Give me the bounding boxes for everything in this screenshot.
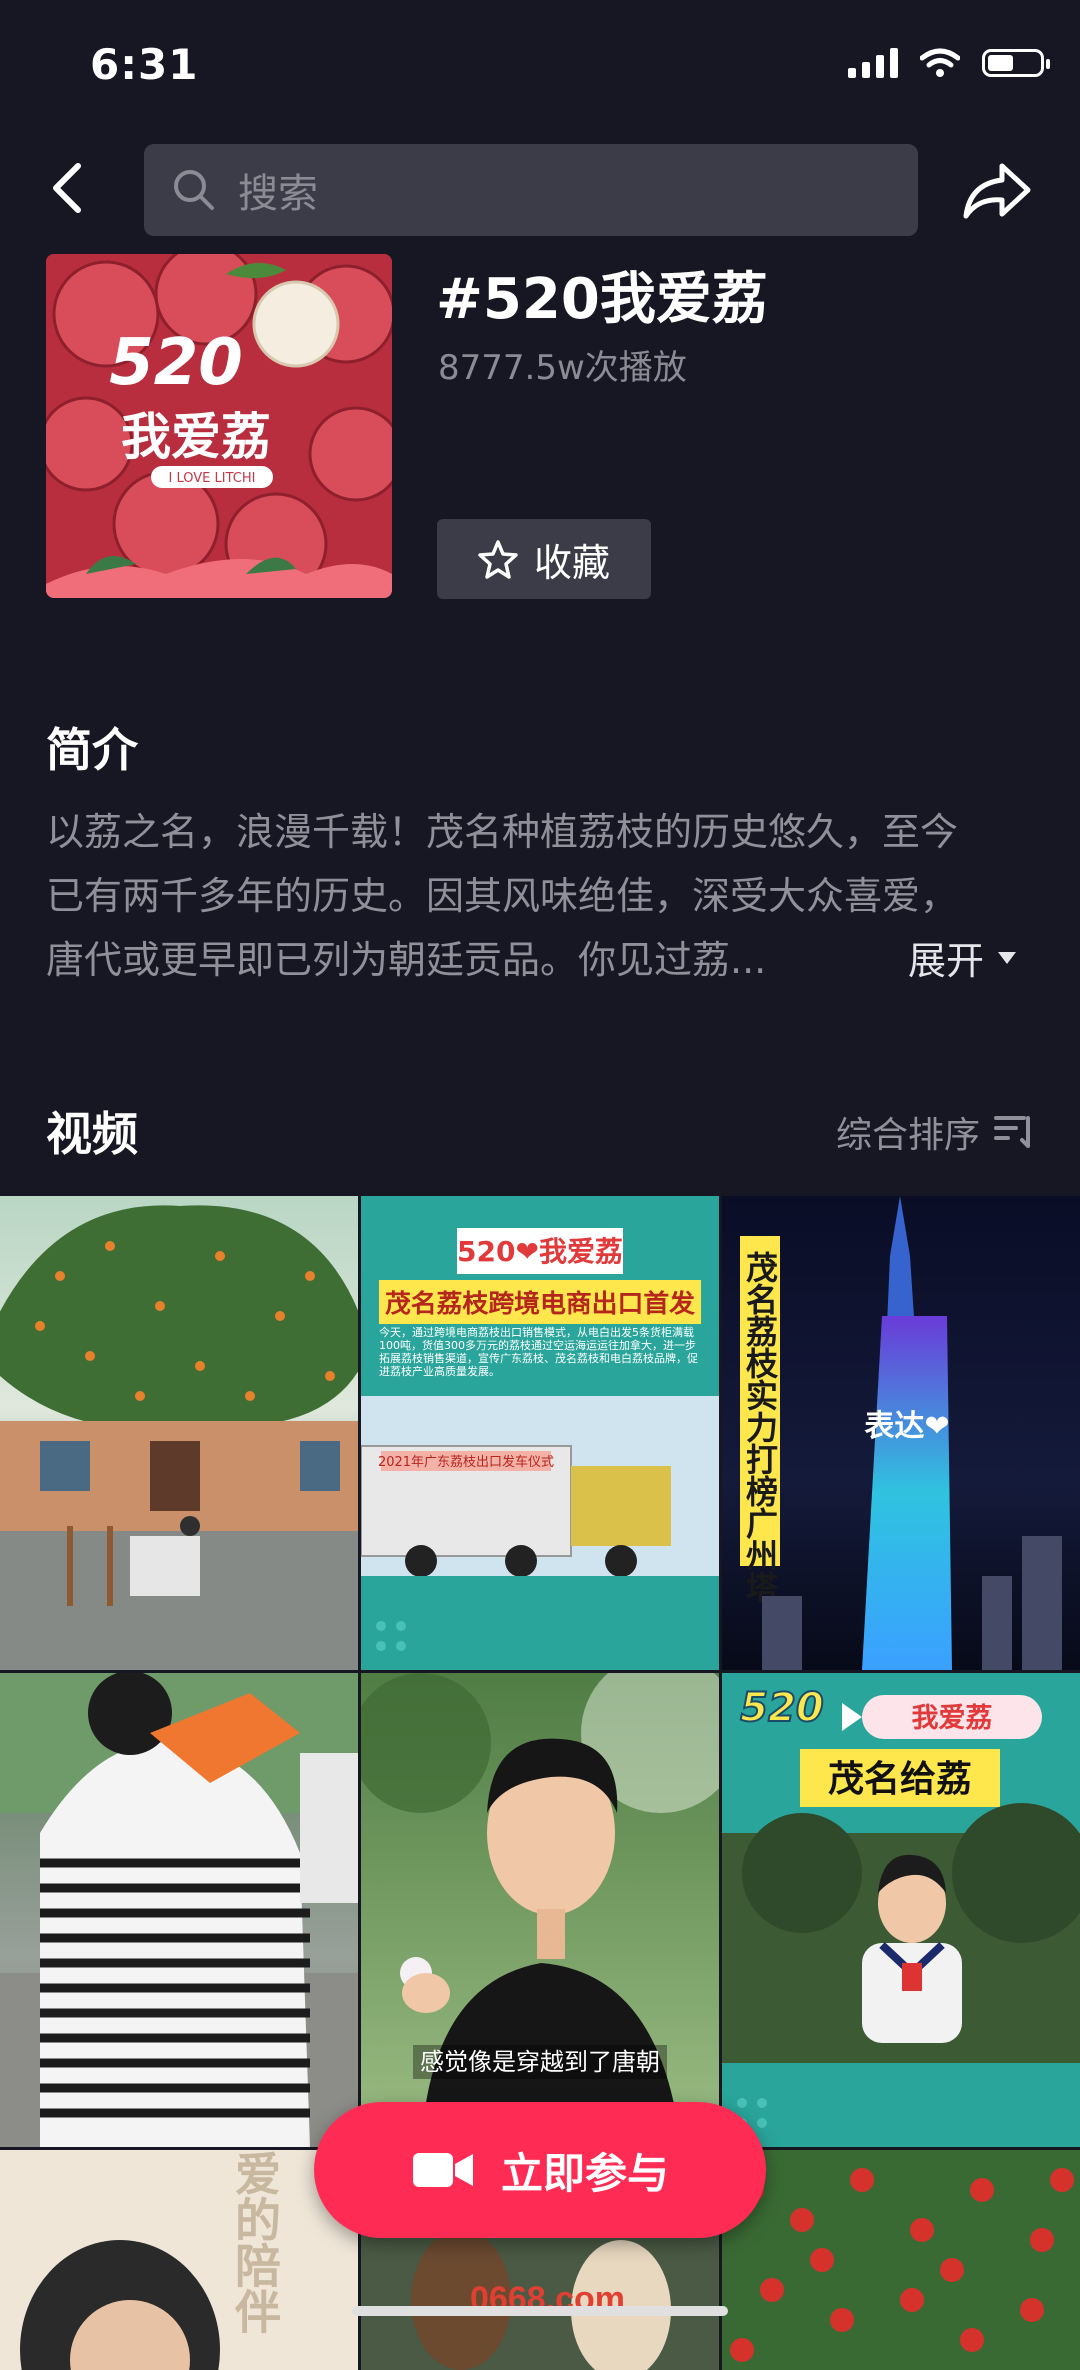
favorite-label: 收藏 — [533, 540, 610, 585]
tile-text: 爱的陪伴 — [228, 2150, 282, 2334]
home-indicator — [352, 2306, 728, 2316]
share-icon — [963, 163, 1031, 219]
caret-down-icon — [998, 951, 1017, 964]
intro-line: 以荔之名，浪漫千载！茂名种植荔枝的历史悠久，至今 — [46, 810, 959, 854]
sort-label: 综合排序 — [835, 1115, 980, 1156]
topic-cover-image: 520 我爱荔 I LOVE LITCHI — [46, 254, 392, 598]
cover-tagline: I LOVE LITCHI — [169, 471, 256, 486]
intro-heading: 简介 — [46, 723, 138, 777]
participate-label: 立即参与 — [500, 2148, 669, 2198]
video-thumbnail[interactable]: 爱的陪伴 — [0, 2150, 358, 2370]
status-icons — [848, 48, 1050, 78]
search-icon — [174, 170, 214, 210]
expand-button[interactable]: 展开 — [908, 930, 1018, 985]
video-thumbnail[interactable]: 感觉像是穿越到了唐朝 — [361, 1673, 719, 2147]
video-thumbnail[interactable] — [0, 1196, 358, 1670]
video-thumbnail[interactable] — [722, 2150, 1080, 2370]
back-button[interactable] — [40, 160, 96, 216]
search-input[interactable]: 搜索 — [144, 144, 918, 236]
tile-text: 感觉像是穿越到了唐朝 — [420, 2048, 660, 2076]
participate-button[interactable]: 立即参与 — [314, 2102, 766, 2238]
topic-title: #520我爱荔 — [436, 267, 768, 332]
videos-heading: 视频 — [46, 1107, 138, 1161]
wifi-icon — [920, 48, 960, 77]
intro-line: 唐代或更早即已列为朝廷贡品。你见过荔... — [46, 938, 767, 982]
expand-label: 展开 — [908, 939, 985, 983]
tile-text: 表达❤ — [864, 1409, 949, 1444]
tile-text: 2021年广东荔枝出口发车仪式 — [378, 1454, 554, 1470]
tile-text: 茂名给荔 — [828, 1759, 972, 1800]
search-placeholder: 搜索 — [238, 171, 318, 217]
tile-text: 520❤我爱荔 — [457, 1235, 623, 1268]
favorite-button[interactable]: 收藏 — [437, 519, 651, 599]
video-thumbnail[interactable] — [0, 1673, 358, 2147]
status-time: 6:31 — [90, 40, 199, 89]
sort-icon — [994, 1116, 1030, 1148]
star-icon — [478, 540, 518, 579]
share-button[interactable] — [962, 160, 1032, 220]
tile-text: 茂名荔枝实力打榜广州塔 — [741, 1251, 779, 1603]
video-thumbnail[interactable]: 520❤我爱荔 茂名荔枝跨境电商出口首发 今天，通过跨境电商荔枝出口销售模式，从… — [361, 1196, 719, 1670]
tile-text: 520 — [740, 1685, 824, 1731]
intro-line: 已有两千多年的历史。因其风味绝佳，深受大众喜爱， — [46, 874, 959, 918]
video-thumbnail[interactable]: 茂名荔枝实力打榜广州塔 表达❤ — [722, 1196, 1080, 1670]
tile-text: 今天，通过跨境电商荔枝出口销售模式，从电白出发5条货柜满载100吨，货值300多… — [379, 1326, 698, 1378]
cover-sub-text: 我爱荔 — [121, 408, 271, 466]
tile-text: 茂名荔枝跨境电商出口首发 — [385, 1289, 695, 1318]
signal-icon — [848, 48, 898, 78]
tile-text: 我爱荔 — [912, 1703, 993, 1734]
intro-text: 以荔之名，浪漫千载！茂名种植荔枝的历史悠久，至今 已有两千多年的历史。因其风味绝… — [46, 800, 1036, 992]
battery-icon — [982, 49, 1050, 77]
cover-big-text: 520 — [109, 326, 243, 400]
chevron-left-icon — [53, 163, 81, 213]
video-thumbnail[interactable]: 520 我爱荔 茂名给荔 — [722, 1673, 1080, 2147]
sort-button[interactable]: 综合排序 — [836, 1106, 1034, 1158]
video-camera-icon — [412, 2153, 473, 2187]
topic-play-count: 8777.5w次播放 — [438, 348, 687, 388]
